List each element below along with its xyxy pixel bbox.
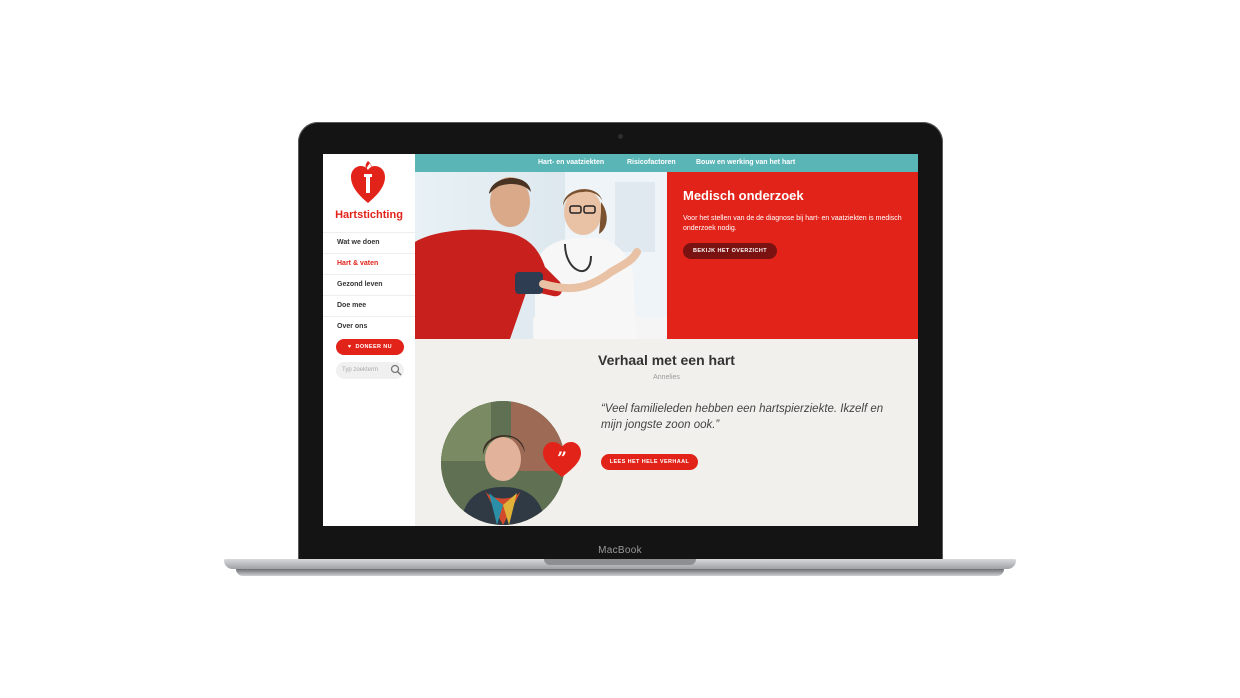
- donate-button[interactable]: ♥ DONEER NU: [336, 339, 404, 355]
- story-section: Verhaal met een hart Annelies ” “Veel fa…: [415, 339, 918, 526]
- search-icon[interactable]: [390, 364, 402, 376]
- quote-heart-icon: ”: [543, 442, 581, 477]
- sidebar-item-doe-mee[interactable]: Doe mee: [323, 295, 415, 316]
- hero-panel: Medisch onderzoek Voor het stellen van d…: [667, 172, 918, 339]
- topnav-item-risicofactoren[interactable]: Risicofactoren: [627, 154, 676, 172]
- topnav-item-hart-en-vaatziekten[interactable]: Hart- en vaatziekten: [538, 154, 604, 172]
- doctor-patient-illustration: [415, 172, 667, 339]
- top-nav: Hart- en vaatziekten Risicofactoren Bouw…: [415, 154, 918, 172]
- read-story-button[interactable]: LEES HET HELE VERHAAL: [601, 454, 698, 470]
- search-placeholder: Typ zoekterm: [342, 367, 379, 373]
- svg-text:”: ”: [557, 449, 567, 469]
- logo-text[interactable]: Hartstichting: [323, 209, 415, 221]
- donate-label: DONEER NU: [355, 344, 393, 350]
- story-title: Verhaal met een hart: [598, 352, 735, 368]
- story-quote: “Veel familieleden hebben een hartspierz…: [601, 403, 884, 431]
- hero-text: Voor het stellen van de de diagnose bij …: [683, 215, 902, 232]
- view-overview-button[interactable]: BEKIJK HET OVERZICHT: [683, 243, 777, 259]
- sidebar-nav: Wat we doen Hart & vaten Gezond leven Do…: [323, 232, 415, 337]
- camera-dot: [618, 134, 623, 139]
- laptop-brand-label: MacBook: [598, 545, 642, 556]
- hero-title: Medisch onderzoek: [683, 188, 804, 203]
- laptop-notch: [544, 559, 696, 565]
- sidebar-item-over-ons[interactable]: Over ons: [323, 316, 415, 337]
- heart-torch-logo-icon[interactable]: [350, 161, 386, 205]
- laptop-base-shadow: [236, 569, 1004, 576]
- story-author: Annelies: [653, 374, 680, 381]
- topnav-item-bouw-en-werking[interactable]: Bouw en werking van het hart: [696, 154, 795, 172]
- sidebar-item-hart-vaten[interactable]: Hart & vaten: [323, 253, 415, 274]
- search-input[interactable]: Typ zoekterm: [336, 362, 404, 379]
- sidebar-item-wat-we-doen[interactable]: Wat we doen: [323, 232, 415, 253]
- hero-image: [415, 172, 667, 339]
- sidebar: Hartstichting Wat we doen Hart & vaten G…: [323, 154, 416, 526]
- screen: Hartstichting Wat we doen Hart & vaten G…: [323, 154, 918, 526]
- sidebar-item-gezond-leven[interactable]: Gezond leven: [323, 274, 415, 295]
